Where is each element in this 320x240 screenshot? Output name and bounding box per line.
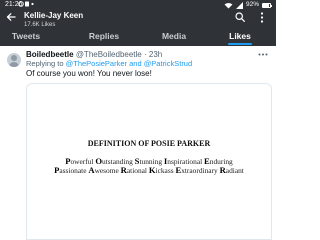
tweet-more-icon[interactable]: [258, 53, 268, 56]
tab-tweets[interactable]: Tweets: [8, 29, 44, 46]
search-icon[interactable]: [235, 12, 245, 22]
back-arrow-icon[interactable]: [6, 12, 16, 22]
replying-to: Replying to @ThePosieParker and @Patrick…: [26, 59, 192, 69]
tab-replies[interactable]: Replies: [82, 29, 126, 46]
tweet-time: 23h: [148, 50, 163, 59]
tweet-media-image[interactable]: DEFINITION OF POSIE PARKER Powerful Outs…: [26, 83, 272, 240]
tweet[interactable]: Boiledbeetle @TheBoiledbeetle · 23h Repl…: [0, 46, 276, 240]
author-name[interactable]: Boiledbeetle: [26, 50, 74, 59]
definition-word: Extraordinary: [175, 165, 218, 175]
battery-icon: [262, 2, 272, 8]
avatar-head: [11, 55, 17, 61]
definition-word: Passionate: [54, 165, 87, 175]
definition-word: Kickass: [148, 165, 174, 175]
active-tab-indicator: [228, 43, 252, 45]
definition-word: Awesome: [88, 165, 119, 175]
author-handle[interactable]: @TheBoiledbeetle: [76, 50, 142, 59]
avatar-body: [9, 62, 19, 67]
replying-label: Replying to: [26, 59, 64, 68]
battery-percent: 92%: [245, 1, 259, 8]
wifi-icon: [224, 2, 233, 8]
more-options-icon[interactable]: [260, 12, 264, 23]
likes-count: 17.6K Likes: [24, 22, 56, 28]
media-title: DEFINITION OF POSIE PARKER: [87, 139, 211, 148]
tab-media[interactable]: Media: [158, 29, 190, 46]
signal-icon: [235, 1, 243, 9]
replying-handles[interactable]: @ThePosieParker and @PatrickStrud: [66, 59, 193, 68]
avatar[interactable]: [7, 53, 21, 67]
system-status: 92%: [224, 0, 272, 10]
profile-header: 21:26 92% Kellie-Jay Keen 17.6K Likes Tw…: [0, 0, 276, 46]
battery-level: [263, 3, 270, 7]
profile-title: Kellie-Jay Keen 17.6K Likes: [24, 11, 83, 29]
tweet-text: Of course you won! You never lose!: [26, 69, 152, 78]
media-line-2: Passionate Awesome Rational Kickass Extr…: [27, 165, 271, 175]
definition-word: Rational: [120, 165, 147, 175]
profile-name: Kellie-Jay Keen: [24, 11, 84, 20]
notification-icon: [18, 1, 34, 7]
meta-separator: ·: [144, 50, 147, 59]
definition-word: Radiant: [219, 165, 244, 175]
status-bar: 21:26 92%: [0, 0, 276, 10]
